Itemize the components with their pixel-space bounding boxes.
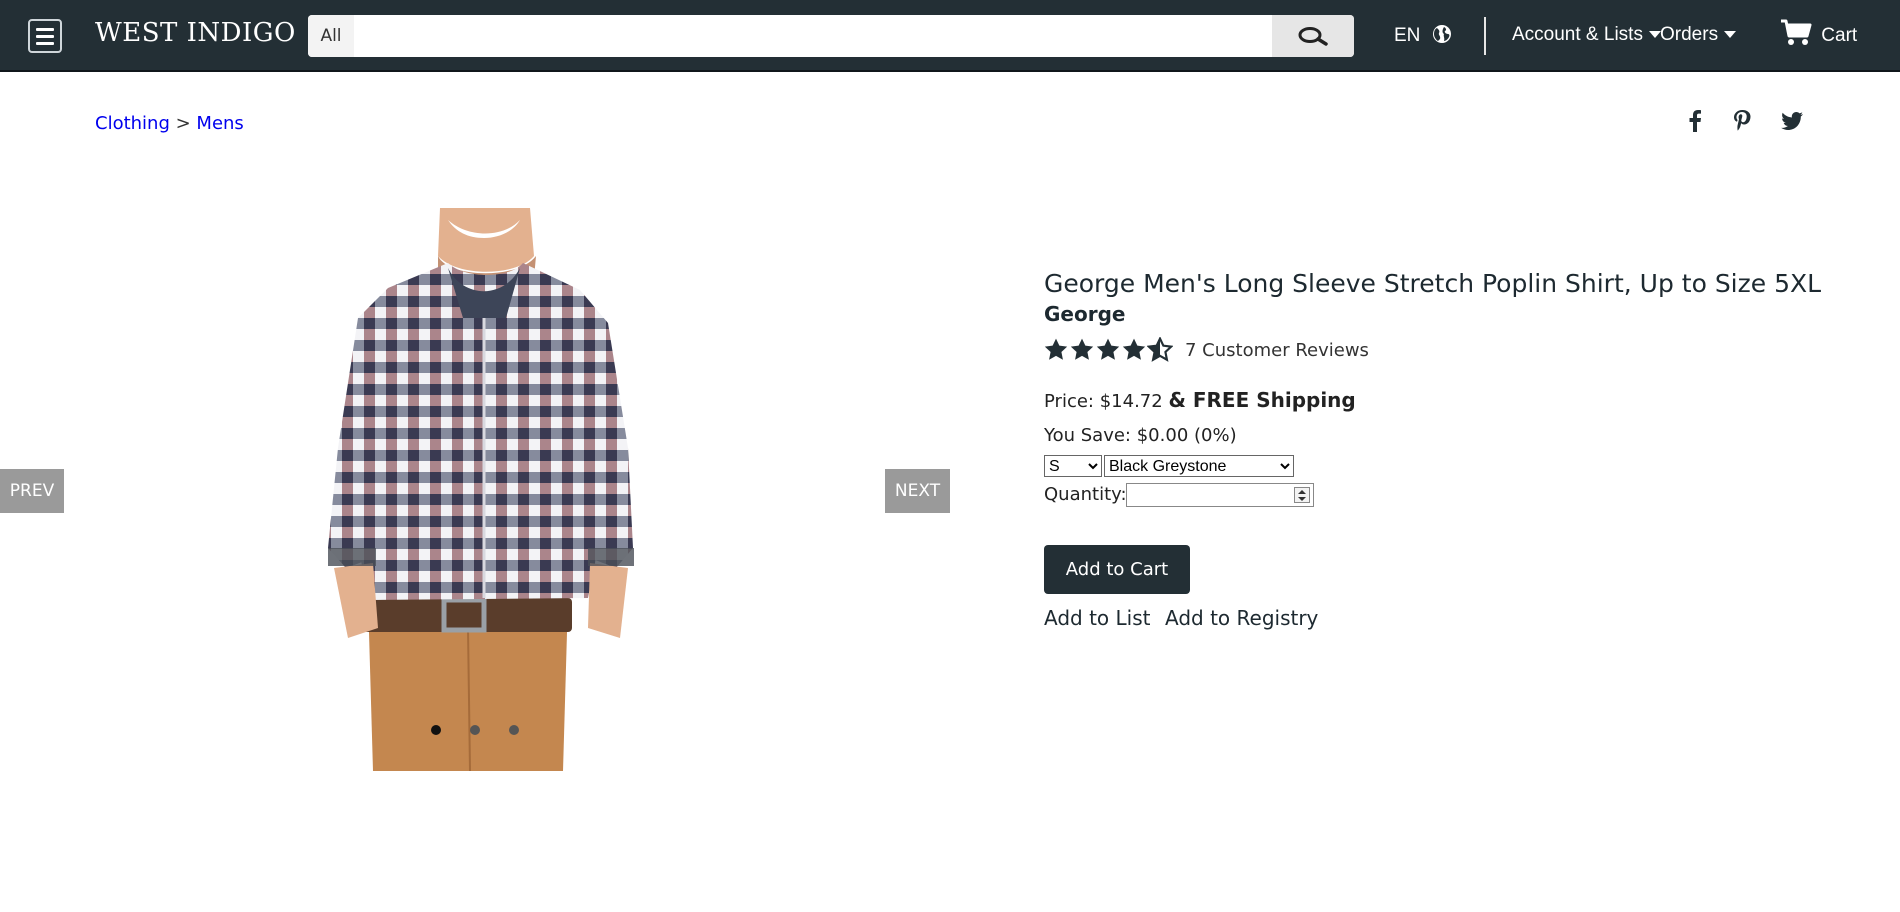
language-label: EN	[1394, 25, 1421, 46]
hamburger-menu-icon[interactable]	[28, 19, 62, 53]
savings-line: You Save: $0.00 (0%)	[1044, 425, 1237, 446]
product-title: George Men's Long Sleeve Stretch Poplin …	[1044, 269, 1822, 298]
account-lists-menu[interactable]: Account & Lists	[1512, 24, 1661, 46]
cart-label: Cart	[1821, 25, 1858, 46]
color-select[interactable]: Black Greystone	[1104, 455, 1294, 477]
orders-menu[interactable]: Orders	[1660, 24, 1737, 46]
customer-reviews-link[interactable]: 7 Customer Reviews	[1185, 340, 1369, 361]
chevron-down-icon	[1724, 31, 1737, 39]
rating-stars[interactable]	[1043, 337, 1173, 363]
product-image	[298, 208, 660, 771]
twitter-icon	[1781, 112, 1803, 130]
account-lists-label: Account & Lists	[1512, 24, 1643, 45]
add-to-list-button[interactable]: Add to List	[1044, 606, 1150, 630]
pinterest-share-button[interactable]	[1733, 110, 1751, 136]
cart-icon	[1781, 19, 1812, 45]
breadcrumb: Clothing > Mens	[95, 113, 244, 134]
facebook-share-button[interactable]	[1688, 110, 1702, 136]
star-full-icon	[1070, 338, 1094, 360]
facebook-icon	[1689, 110, 1701, 132]
search-bar: All	[308, 15, 1354, 57]
add-to-cart-button[interactable]: Add to Cart	[1044, 545, 1190, 594]
carousel-dot-1[interactable]	[431, 725, 441, 735]
star-full-icon	[1044, 338, 1068, 360]
carousel-next-button[interactable]: NEXT	[885, 469, 950, 513]
breadcrumb-mens[interactable]: Mens	[196, 113, 243, 134]
search-button[interactable]	[1272, 15, 1354, 57]
language-selector[interactable]: EN	[1394, 24, 1452, 47]
site-logo[interactable]: WEST INDIGO	[95, 18, 296, 48]
carousel-prev-button[interactable]: PREV	[0, 469, 64, 513]
carousel-dot-2[interactable]	[470, 725, 480, 735]
add-to-registry-button[interactable]: Add to Registry	[1165, 606, 1318, 630]
product-brand[interactable]: George	[1044, 302, 1125, 326]
breadcrumb-clothing[interactable]: Clothing	[95, 113, 170, 134]
star-full-icon	[1096, 338, 1120, 360]
product-image-shirt	[328, 208, 634, 771]
top-navigation-bar: WEST INDIGO All EN Account & Lists Order…	[0, 0, 1900, 72]
size-select[interactable]: S	[1044, 455, 1102, 477]
breadcrumb-separator: >	[169, 113, 197, 134]
price-value: $14.72	[1099, 391, 1163, 412]
savings-value: $0.00 (0%)	[1136, 425, 1237, 446]
price-line: Price: $14.72 & FREE Shipping	[1044, 388, 1356, 412]
pinterest-icon	[1734, 110, 1751, 131]
cart-link[interactable]: Cart	[1780, 19, 1857, 47]
savings-label: You Save:	[1044, 425, 1131, 446]
quantity-label: Quantity:	[1044, 484, 1127, 505]
star-half-icon	[1147, 337, 1173, 362]
search-icon	[1298, 27, 1328, 46]
globe-icon	[1432, 25, 1451, 43]
free-shipping-label: & FREE Shipping	[1168, 388, 1356, 412]
search-category-dropdown[interactable]: All	[308, 15, 354, 57]
spinner-arrows-icon[interactable]	[1294, 487, 1310, 503]
quantity-stepper[interactable]	[1126, 483, 1314, 507]
search-input[interactable]	[354, 15, 1276, 57]
orders-label: Orders	[1660, 24, 1719, 45]
carousel-dot-3[interactable]	[509, 725, 519, 735]
star-full-icon	[1122, 338, 1146, 360]
price-label: Price:	[1044, 391, 1094, 412]
header-divider	[1484, 17, 1486, 55]
twitter-share-button[interactable]	[1781, 112, 1803, 134]
